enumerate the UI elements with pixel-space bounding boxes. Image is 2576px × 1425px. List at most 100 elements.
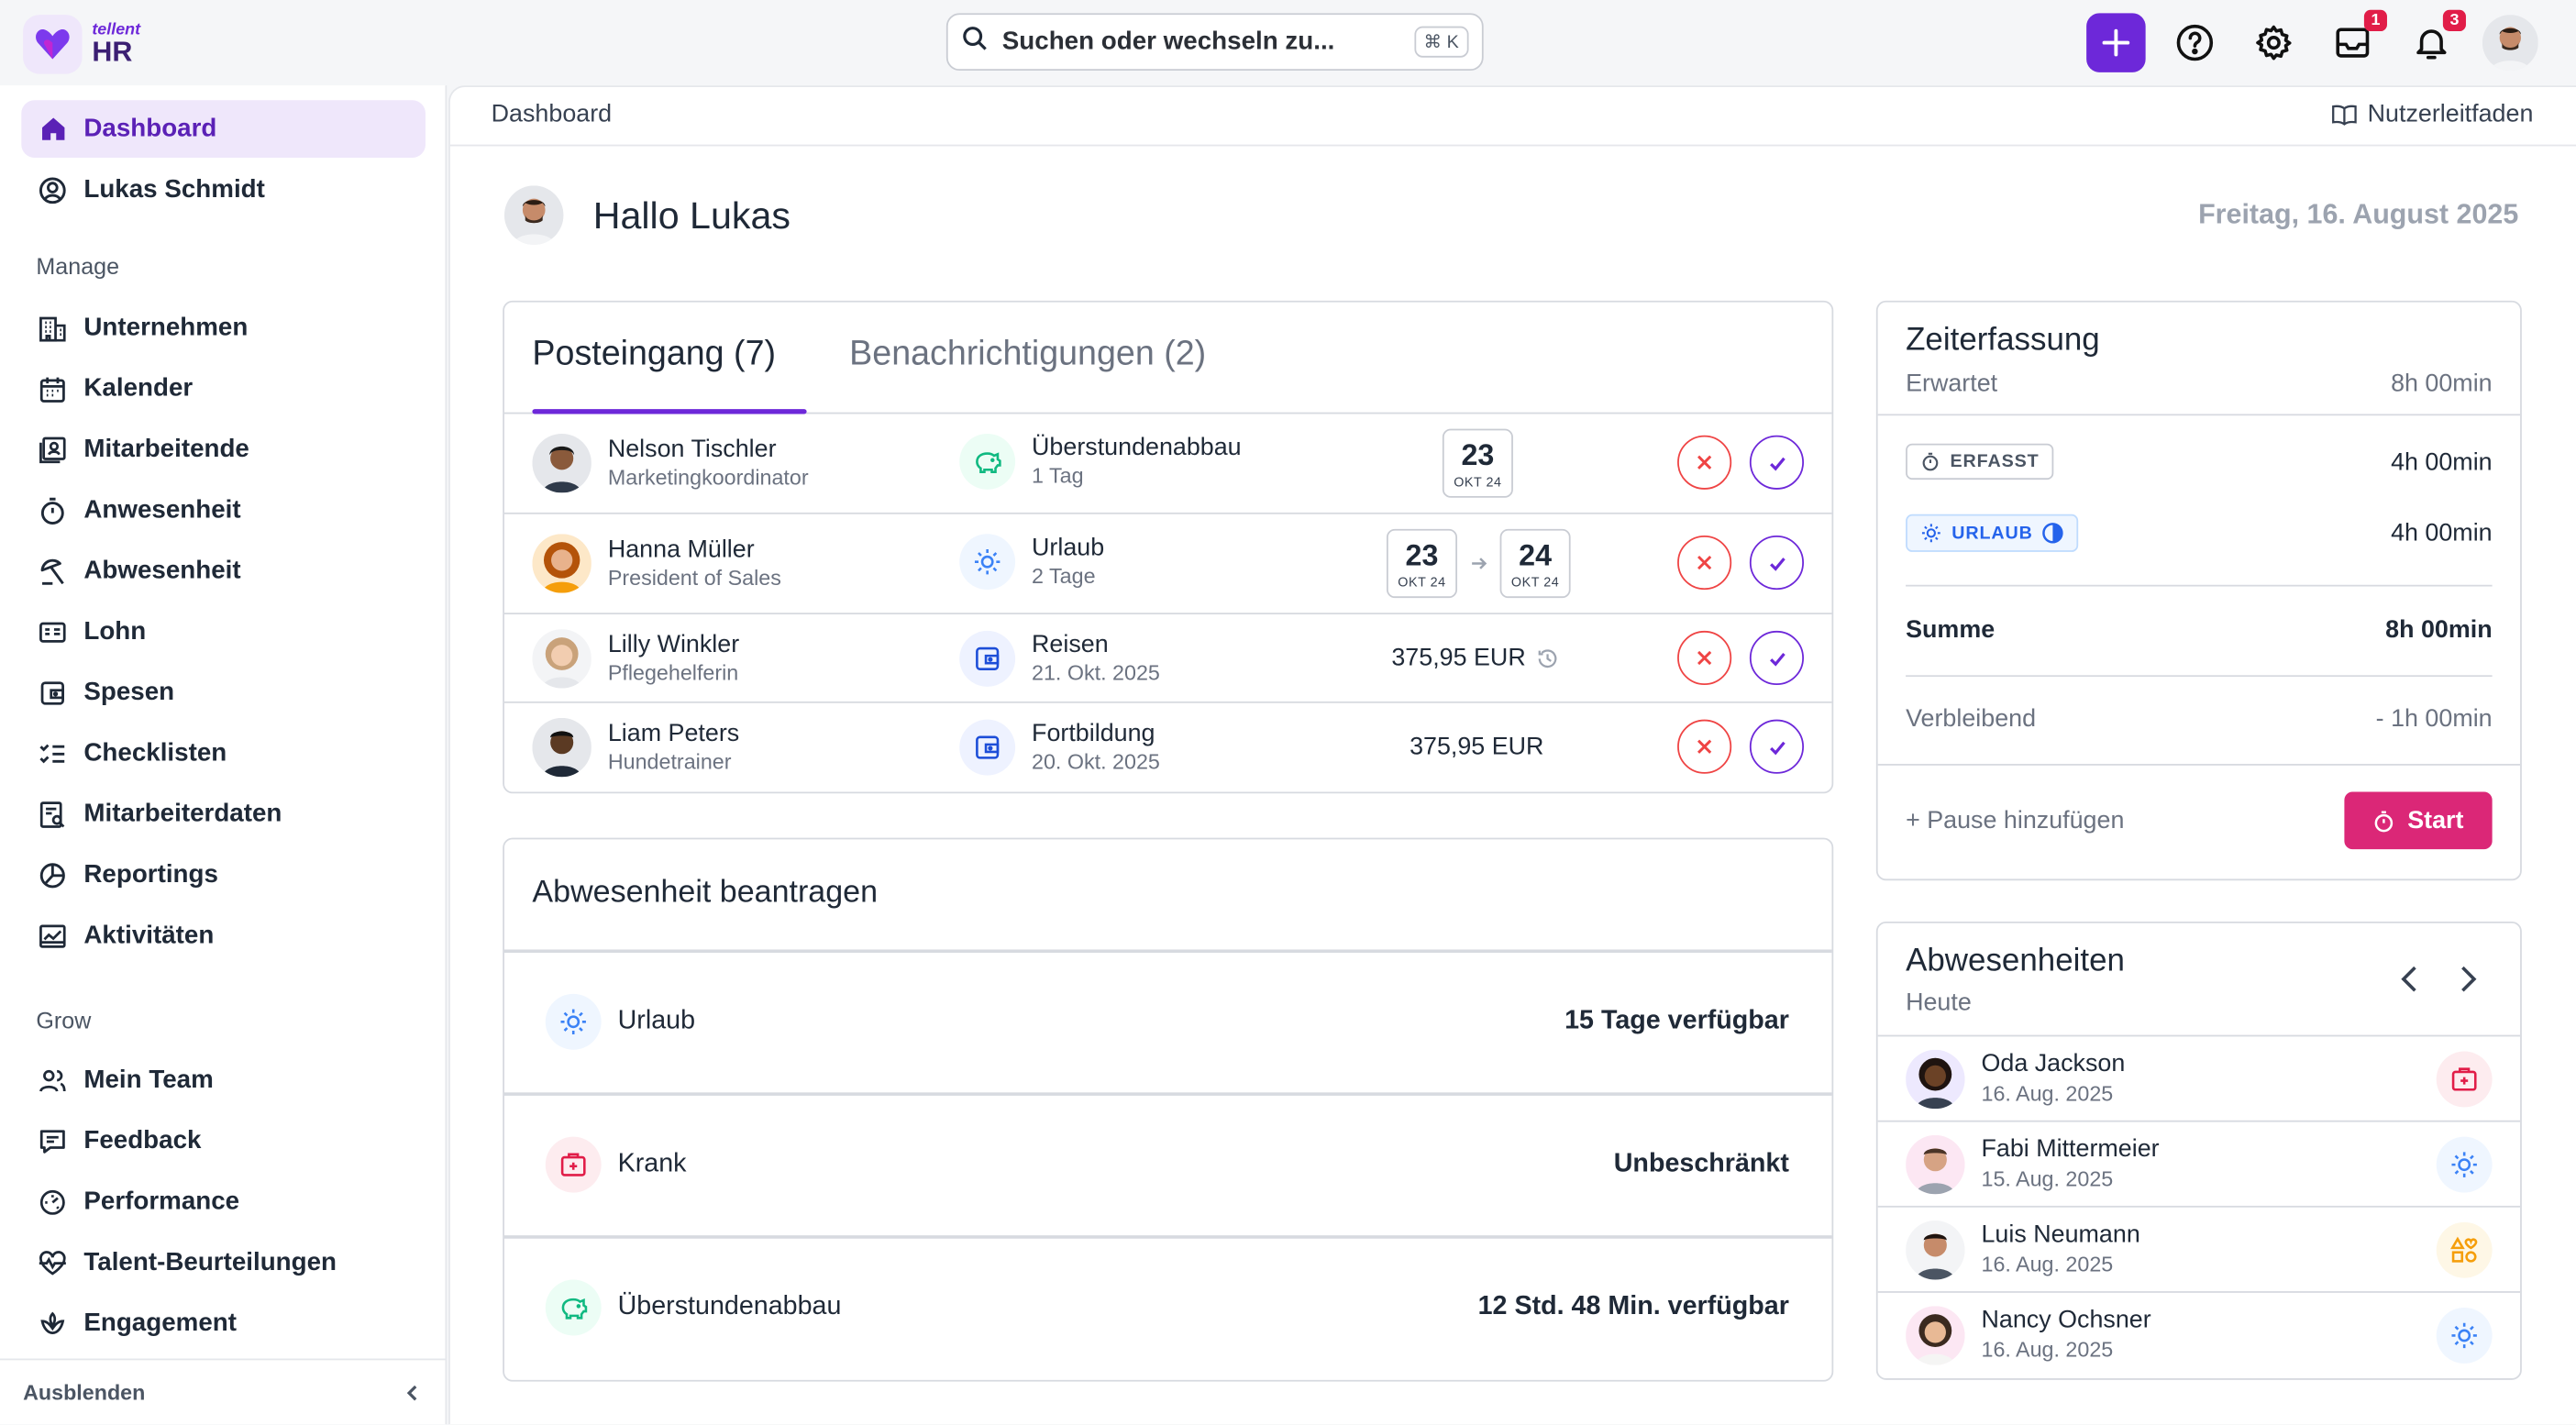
- approve-button[interactable]: [1749, 536, 1805, 591]
- section-grow: Grow: [36, 1007, 92, 1033]
- absent-person-name: Luis Neumann: [1981, 1221, 2140, 1249]
- help-button[interactable]: [2165, 13, 2224, 72]
- absence-option-urlaub[interactable]: Urlaub 15 Tage verfügbar: [503, 949, 1832, 1090]
- request-detail: 20. Okt. 2025: [1032, 749, 1160, 774]
- avatar: [1906, 1305, 1965, 1364]
- sun-icon: [545, 993, 602, 1050]
- building-icon: [38, 313, 67, 342]
- sidebar-item-engagement[interactable]: Engagement: [21, 1295, 426, 1353]
- expected-label: Erwartet: [1906, 370, 1998, 398]
- sidebar-item-talent-beurteilungen[interactable]: Talent-Beurteilungen: [21, 1233, 426, 1291]
- add-button[interactable]: [2086, 13, 2146, 72]
- absence-option-label: Überstundenabbau: [617, 1292, 842, 1321]
- table-row[interactable]: Nelson Tischler Marketingkoordinator Übe…: [503, 414, 1832, 514]
- reject-button[interactable]: [1677, 536, 1732, 591]
- greeting-avatar: [503, 185, 564, 245]
- reject-button[interactable]: [1677, 435, 1732, 490]
- sidebar-item-mitarbeiterdaten[interactable]: Mitarbeiterdaten: [21, 785, 426, 843]
- close-icon: [1697, 650, 1712, 666]
- amount-value: 375,95 EUR: [1391, 644, 1526, 672]
- absence-request-card: Abwesenheit beantragen Urlaub 15 Tage ve…: [503, 837, 1834, 1382]
- avatar: [532, 717, 591, 778]
- sidebar-item-profile[interactable]: Lukas Schmidt: [21, 161, 426, 219]
- sidebar-item-aktivitaeten[interactable]: Aktivitäten: [21, 907, 426, 965]
- sidebar-item-performance[interactable]: Performance: [21, 1173, 426, 1231]
- sidebar-item-abwesenheit[interactable]: Abwesenheit: [21, 542, 426, 600]
- request-type: Fortbildung: [1032, 718, 1155, 747]
- sidebar: Dashboard Lukas Schmidt Manage Unternehm…: [0, 85, 448, 1425]
- chevron-left-icon: [2401, 966, 2416, 992]
- time-tracking-card: Zeiterfassung Erwartet 8h 00min ERFASST …: [1875, 300, 2522, 881]
- reject-button[interactable]: [1677, 630, 1732, 686]
- avatar: [532, 433, 591, 493]
- tab-notifications[interactable]: Benachrichtigungen (2): [849, 335, 1206, 374]
- piggy-bank-icon: [545, 1279, 602, 1336]
- sidebar-item-feedback[interactable]: Feedback: [21, 1112, 426, 1170]
- tab-inbox[interactable]: Posteingang (7): [532, 335, 776, 374]
- request-detail: 2 Tage: [1032, 563, 1096, 589]
- app-logo[interactable]: tellent HR: [23, 15, 140, 74]
- top-bar: tellent HR Suchen oder wechseln zu... ⌘ …: [0, 0, 2576, 86]
- sidebar-item-mein-team[interactable]: Mein Team: [21, 1052, 426, 1110]
- sidebar-item-reportings[interactable]: Reportings: [21, 846, 426, 904]
- absence-option-ueberstundenabbau[interactable]: Überstundenabbau 12 Std. 48 Min. verfügb…: [503, 1235, 1832, 1376]
- approve-button[interactable]: [1749, 435, 1805, 490]
- wallet-icon: [38, 678, 67, 707]
- start-button[interactable]: Start: [2344, 791, 2493, 850]
- inbox-button[interactable]: 1: [2323, 9, 2387, 72]
- list-item[interactable]: Fabi Mittermeier 15. Aug. 2025: [1877, 1120, 2521, 1206]
- sidebar-item-spesen[interactable]: Spesen: [21, 664, 426, 722]
- close-icon: [1697, 455, 1712, 469]
- collapse-sidebar-button[interactable]: Ausblenden: [0, 1358, 446, 1425]
- sidebar-item-anwesenheit[interactable]: Anwesenheit: [21, 481, 426, 539]
- arrow-right-icon: [1472, 558, 1487, 569]
- remaining-label: Verbleibend: [1906, 704, 2037, 733]
- date-range: 23 OKT 24: [1442, 428, 1513, 498]
- request-type: Reisen: [1032, 630, 1109, 658]
- absences-subtitle: Heute: [1906, 989, 1972, 1017]
- chevron-left-icon: [406, 1384, 417, 1400]
- check-icon: [1769, 652, 1785, 666]
- notifications-badge: 3: [2442, 9, 2466, 32]
- search-input[interactable]: Suchen oder wechseln zu... ⌘ K: [945, 13, 1484, 72]
- brand-large: HR: [92, 36, 133, 68]
- approve-button[interactable]: [1749, 719, 1805, 774]
- sidebar-item-checklisten[interactable]: Checklisten: [21, 724, 426, 782]
- table-row[interactable]: Hanna Müller President of Sales Urlaub 2…: [503, 514, 1832, 615]
- sidebar-item-dashboard[interactable]: Dashboard: [21, 100, 426, 158]
- gear-icon: [2256, 25, 2292, 61]
- vacation-chip: URLAUB: [1906, 514, 2079, 552]
- add-pause-button[interactable]: + Pause hinzufügen: [1906, 807, 2124, 834]
- sun-icon: [959, 534, 1016, 591]
- absence-option-availability: Unbeschränkt: [1613, 1150, 1789, 1178]
- expense-amount: 375,95 EUR: [1410, 732, 1544, 761]
- next-button[interactable]: [2456, 965, 2479, 1002]
- sidebar-item-kalender[interactable]: Kalender: [21, 359, 426, 417]
- list-item[interactable]: Oda Jackson 16. Aug. 2025: [1877, 1034, 2521, 1121]
- absence-option-krank[interactable]: Krank Unbeschränkt: [503, 1092, 1832, 1233]
- breadcrumb[interactable]: Dashboard: [492, 100, 612, 127]
- absent-date: 16. Aug. 2025: [1981, 1080, 2114, 1105]
- from-day: 23: [1461, 438, 1495, 472]
- check-icon: [1769, 456, 1785, 470]
- payroll-icon: [38, 617, 67, 646]
- reject-button[interactable]: [1677, 719, 1732, 774]
- inbox-badge: 1: [2363, 9, 2387, 32]
- user-guide-link[interactable]: Nutzerleitfaden: [2331, 100, 2533, 128]
- user-avatar[interactable]: [2481, 13, 2539, 72]
- approve-button[interactable]: [1749, 630, 1805, 686]
- expense-amount: 375,95 EUR: [1391, 644, 1558, 672]
- sidebar-item-lohn[interactable]: Lohn: [21, 602, 426, 660]
- table-row[interactable]: Lilly Winkler Pflegehelferin Reisen 21. …: [503, 614, 1832, 703]
- table-row[interactable]: Liam Peters Hundetrainer Fortbildung 20.…: [504, 703, 1831, 792]
- list-item[interactable]: Nancy Ochsner 16. Aug. 2025: [1877, 1291, 2521, 1376]
- half-day-icon: [2043, 523, 2064, 544]
- settings-button[interactable]: [2244, 13, 2303, 72]
- absent-person-name: Oda Jackson: [1981, 1049, 2126, 1078]
- notifications-button[interactable]: 3: [2402, 9, 2466, 72]
- sidebar-item-mitarbeitende[interactable]: Mitarbeitende: [21, 421, 426, 479]
- sidebar-item-unternehmen[interactable]: Unternehmen: [21, 299, 426, 357]
- list-item[interactable]: Luis Neumann 16. Aug. 2025: [1877, 1205, 2521, 1291]
- requester-name: Lilly Winkler: [607, 630, 740, 658]
- previous-button[interactable]: [2399, 965, 2422, 1002]
